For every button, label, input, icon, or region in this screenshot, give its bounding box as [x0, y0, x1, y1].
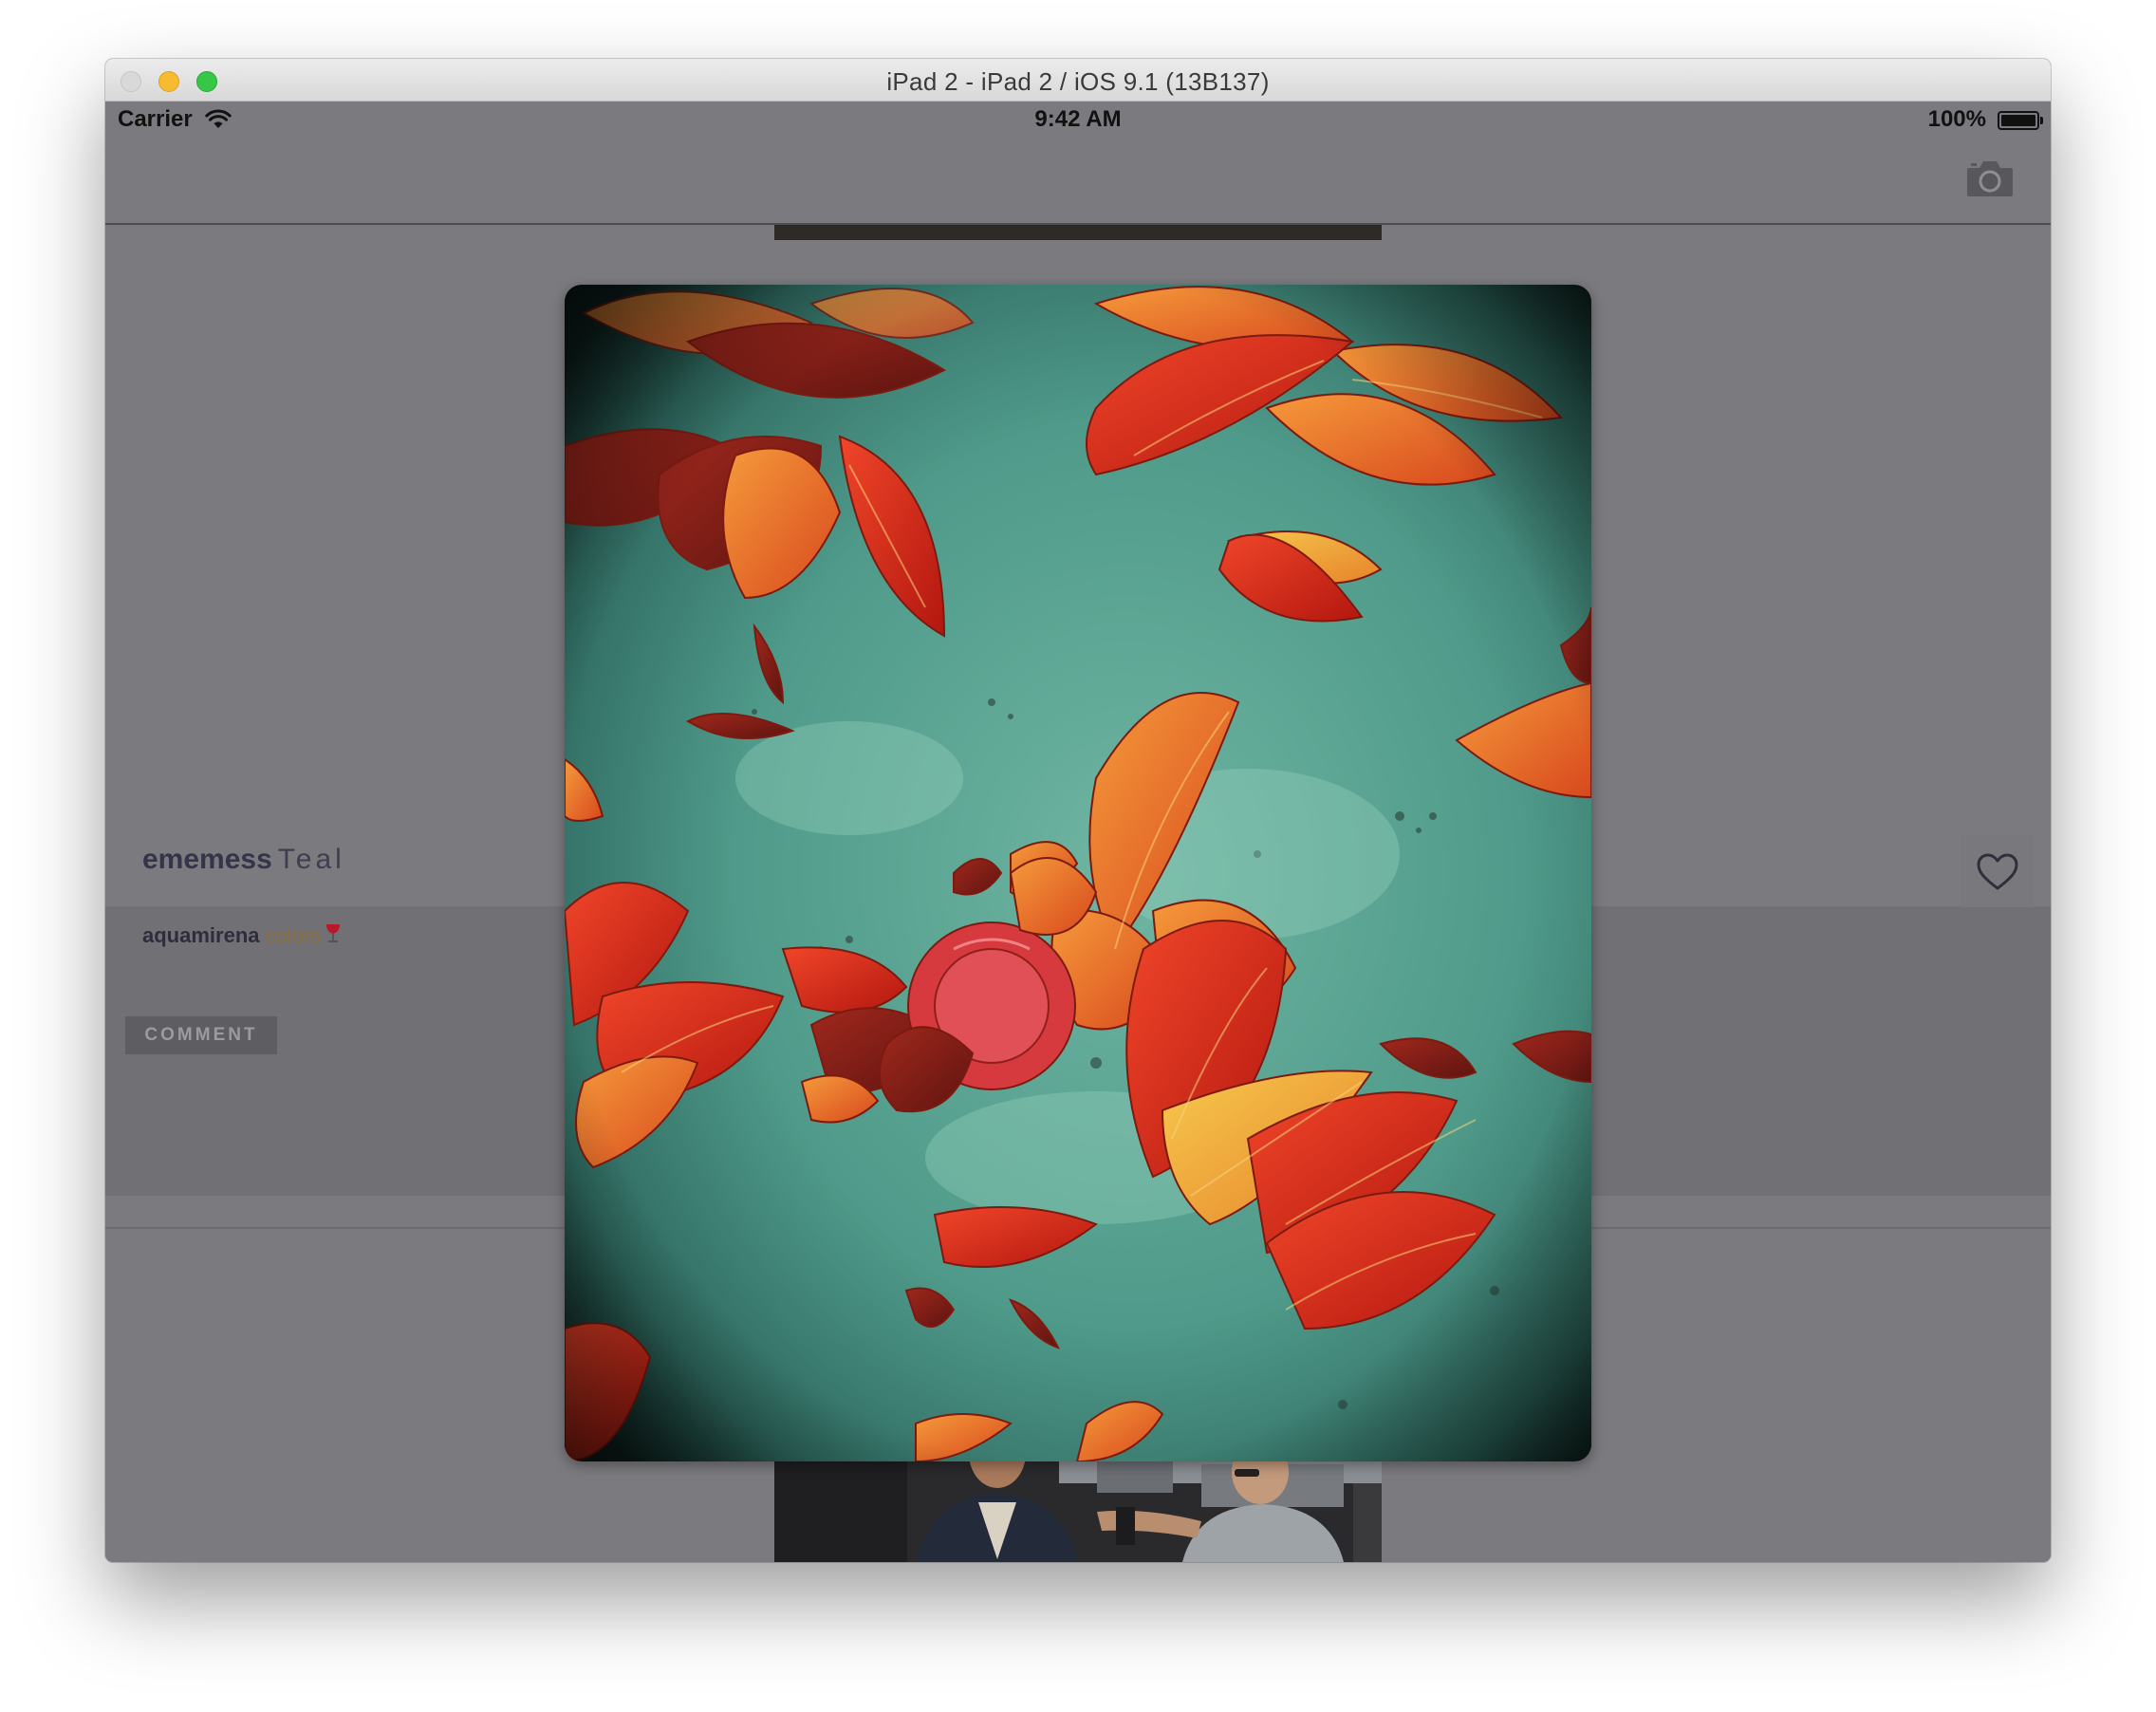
battery-percentage: 100%: [1927, 106, 1986, 132]
battery-fill: [2001, 115, 2035, 126]
status-time: 9:42 AM: [1034, 106, 1122, 132]
camera-icon[interactable]: [1965, 158, 2015, 198]
simulator-window: iPad 2 - iPad 2 / iOS 9.1 (13B137) Carri…: [105, 59, 2051, 1562]
post-title: Teal: [277, 844, 345, 875]
comment-row: aquamirena colors: [142, 923, 342, 950]
navigation-bar: [105, 140, 2051, 225]
window-title: iPad 2 - iPad 2 / iOS 9.1 (13B137): [886, 67, 1270, 96]
window-titlebar: iPad 2 - iPad 2 / iOS 9.1 (13B137): [105, 59, 2051, 102]
status-bar: Carrier 9:42 AM 100%: [105, 102, 2051, 140]
zoomed-photo[interactable]: [565, 285, 1591, 1461]
device-screen: Carrier 9:42 AM 100% ememess Teal aquami…: [105, 102, 2051, 1562]
heart-icon: [1977, 853, 2018, 890]
post-username[interactable]: ememess: [142, 844, 272, 875]
battery-icon: [1998, 111, 2043, 130]
comment-username[interactable]: aquamirena: [142, 923, 260, 947]
wine-glass-icon: [325, 923, 342, 950]
comment-text: colors: [265, 923, 322, 947]
previous-photo-edge: [774, 225, 1382, 240]
like-button[interactable]: [1961, 835, 2034, 907]
comment-button[interactable]: COMMENT: [125, 1016, 277, 1054]
post-header: ememess Teal: [142, 844, 345, 876]
